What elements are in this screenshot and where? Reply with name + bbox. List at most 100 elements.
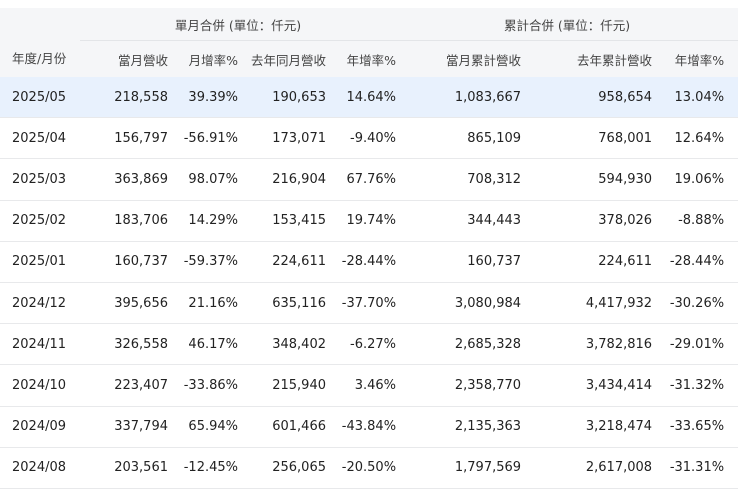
value-cell: -43.84%	[326, 406, 397, 448]
value-cell: 2,685,328	[396, 323, 530, 366]
value-cell: 160,737	[80, 241, 168, 283]
period-cell: 2025/05	[0, 77, 80, 119]
value-cell: 183,706	[80, 200, 168, 242]
value-cell: -59.37%	[168, 241, 238, 283]
table-row: 2024/10 223,407 -33.86% 215,940 3.46% 2,358,7…	[0, 364, 739, 407]
value-cell: 1,083,667	[396, 77, 530, 119]
period-cell: 2025/01	[0, 241, 80, 283]
value-cell: 3,080,984	[396, 282, 530, 325]
value-cell: 708,312	[396, 158, 530, 201]
value-cell: -33.86%	[168, 364, 238, 407]
value-cell: 4,417,932	[529, 282, 653, 325]
value-cell: 14.29%	[168, 200, 238, 242]
table-row: 2025/04 156,797 -56.91% 173,071 -9.40% 865,10…	[0, 117, 739, 160]
period-cell: 2024/08	[0, 447, 80, 489]
value-cell: 19.74%	[326, 200, 397, 242]
column-header: 去年同月營收	[238, 40, 326, 77]
value-cell: 635,116	[238, 282, 326, 325]
period-cell: 2024/11	[0, 323, 80, 366]
table-row: 2024/11 326,558 46.17% 348,402 -6.27% 2,685,3…	[0, 323, 739, 366]
column-header: 當月累計營收	[396, 40, 530, 77]
value-cell: 65.94%	[168, 406, 238, 448]
value-cell: -56.91%	[168, 117, 238, 160]
period-cell: 2025/03	[0, 158, 80, 201]
period-header: 年度/月份	[0, 8, 80, 77]
value-cell: -29.01%	[652, 323, 739, 366]
value-cell: 224,611	[238, 241, 326, 283]
value-cell: 98.07%	[168, 158, 238, 201]
value-cell: 215,940	[238, 364, 326, 407]
value-cell: 190,653	[238, 77, 326, 119]
value-cell: 256,065	[238, 447, 326, 489]
value-cell: 1,797,569	[396, 447, 530, 489]
value-cell: 3.46%	[326, 364, 397, 407]
value-cell: 768,001	[529, 117, 653, 160]
value-cell: 865,109	[396, 117, 530, 160]
value-cell: 14.64%	[326, 77, 397, 119]
value-cell: 19.06%	[652, 158, 739, 201]
value-cell: 160,737	[396, 241, 530, 283]
value-cell: -12.45%	[168, 447, 238, 489]
table-row: 2024/12 395,656 21.16% 635,116 -37.70% 3,080,…	[0, 282, 739, 325]
value-cell: -31.32%	[652, 364, 739, 407]
period-cell: 2025/04	[0, 117, 80, 160]
value-cell: 2,135,363	[396, 406, 530, 448]
value-cell: 21.16%	[168, 282, 238, 325]
value-cell: 326,558	[80, 323, 168, 366]
value-cell: 594,930	[529, 158, 653, 201]
value-cell: 156,797	[80, 117, 168, 160]
period-cell: 2024/09	[0, 406, 80, 448]
value-cell: -37.70%	[326, 282, 397, 325]
value-cell: -8.88%	[652, 200, 739, 242]
table-row: 2025/05 218,558 39.39% 190,653 14.64% 1,083,6…	[0, 77, 739, 119]
column-header: 當月營收	[80, 40, 168, 77]
value-cell: -33.65%	[652, 406, 739, 448]
table-row: 2025/03 363,869 98.07% 216,904 67.76% 708,312…	[0, 158, 739, 201]
column-header: 年增率%	[326, 40, 397, 77]
value-cell: 203,561	[80, 447, 168, 489]
value-cell: 363,869	[80, 158, 168, 201]
value-cell: 2,358,770	[396, 364, 530, 407]
value-cell: -20.50%	[326, 447, 397, 489]
table-row: 2025/02 183,706 14.29% 153,415 19.74% 344,443…	[0, 200, 739, 242]
value-cell: 3,434,414	[529, 364, 653, 407]
value-cell: 13.04%	[652, 77, 739, 119]
value-cell: 958,654	[529, 77, 653, 119]
monthly-group-header: 單月合併 (單位：仟元)	[80, 8, 397, 41]
value-cell: 601,466	[238, 406, 326, 448]
value-cell: -30.26%	[652, 282, 739, 325]
value-cell: 3,218,474	[529, 406, 653, 448]
table-row: 2025/01 160,737 -59.37% 224,611 -28.44% 160,7…	[0, 241, 739, 283]
value-cell: 2,617,008	[529, 447, 653, 489]
period-cell: 2025/02	[0, 200, 80, 242]
period-cell: 2024/10	[0, 364, 80, 407]
cumulative-group-header: 累計合併 (單位：仟元)	[396, 8, 739, 41]
value-cell: 173,071	[238, 117, 326, 160]
value-cell: 395,656	[80, 282, 168, 325]
value-cell: 67.76%	[326, 158, 397, 201]
value-cell: 218,558	[80, 77, 168, 119]
value-cell: 348,402	[238, 323, 326, 366]
column-header: 年增率%	[652, 40, 739, 77]
table-row: 2024/09 337,794 65.94% 601,466 -43.84% 2,135,…	[0, 406, 739, 448]
value-cell: 3,782,816	[529, 323, 653, 366]
value-cell: 337,794	[80, 406, 168, 448]
value-cell: 39.39%	[168, 77, 238, 119]
value-cell: 12.64%	[652, 117, 739, 160]
value-cell: 216,904	[238, 158, 326, 201]
column-header: 月增率%	[168, 40, 238, 77]
column-header: 去年累計營收	[529, 40, 653, 77]
value-cell: 378,026	[529, 200, 653, 242]
value-cell: 223,407	[80, 364, 168, 407]
value-cell: -6.27%	[326, 323, 397, 366]
period-cell: 2024/12	[0, 282, 80, 325]
value-cell: 46.17%	[168, 323, 238, 366]
table-row: 2024/08 203,561 -12.45% 256,065 -20.50% 1,797…	[0, 447, 739, 489]
value-cell: -31.31%	[652, 447, 739, 489]
value-cell: -9.40%	[326, 117, 397, 160]
value-cell: 153,415	[238, 200, 326, 242]
revenue-table: 年度/月份 單月合併 (單位：仟元) 累計合併 (單位：仟元) 當月營收 月增率%…	[0, 8, 739, 489]
value-cell: 224,611	[529, 241, 653, 283]
value-cell: 344,443	[396, 200, 530, 242]
value-cell: -28.44%	[326, 241, 397, 283]
